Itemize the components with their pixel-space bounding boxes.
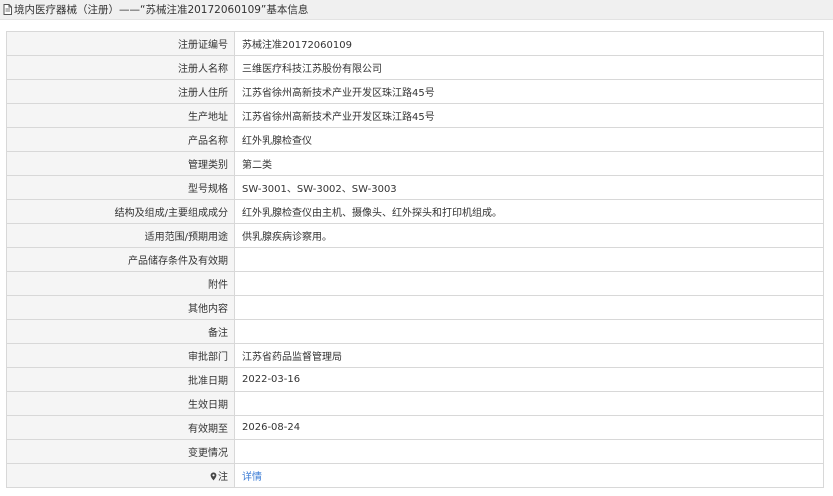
page-title: 境内医疗器械（注册）——“苏械注准20172060109”基本信息: [14, 4, 309, 16]
row-label: 生效日期: [6, 391, 235, 416]
row-label: 审批部门: [6, 343, 235, 368]
row-value: 江苏省徐州高新技术产业开发区珠江路45号: [234, 79, 824, 104]
row-label: 注册人名称: [6, 55, 235, 80]
info-table-container: 注册证编号 苏械注准20172060109 注册人名称 三维医疗科技江苏股份有限公司注…: [6, 31, 824, 488]
row-label: 有效期至: [6, 415, 235, 440]
row-value: 苏械注准20172060109: [234, 31, 824, 56]
table-row: 生产地址 江苏省徐州高新技术产业开发区珠江路45号: [6, 103, 824, 128]
row-value: [234, 439, 824, 464]
row-label: 产品储存条件及有效期: [6, 247, 235, 272]
note-label: 注: [218, 472, 228, 483]
row-value: 第二类: [234, 151, 824, 176]
row-label: 附件: [6, 271, 235, 296]
row-value: 供乳腺疾病诊察用。: [234, 223, 824, 248]
row-value: 红外乳腺检查仪由主机、摄像头、红外探头和打印机组成。: [234, 199, 824, 224]
row-value: 红外乳腺检查仪: [234, 127, 824, 152]
detail-link[interactable]: 详情: [242, 472, 262, 483]
table-row: 附件: [6, 271, 824, 296]
row-value: [234, 391, 824, 416]
note-table-body: 注 详情: [6, 463, 824, 488]
row-label: 批准日期: [6, 367, 235, 392]
table-row: 审批部门 江苏省药品监督管理局: [6, 343, 824, 368]
row-label: 注册证编号: [6, 31, 235, 56]
row-value: [234, 247, 824, 272]
row-value: 2026-08-24: [234, 415, 824, 440]
table-row: 注册证编号 苏械注准20172060109: [6, 31, 824, 56]
table-row: 适用范围/预期用途 供乳腺疾病诊察用。: [6, 223, 824, 248]
row-label: 备注: [6, 319, 235, 344]
document-icon: [3, 4, 12, 15]
row-label: 变更情况: [6, 439, 235, 464]
row-label: 结构及组成/主要组成成分: [6, 199, 235, 224]
table-row: 产品储存条件及有效期: [6, 247, 824, 272]
row-label: 管理类别: [6, 151, 235, 176]
row-label: 型号规格: [6, 175, 235, 200]
page-header: 境内医疗器械（注册）——“苏械注准20172060109”基本信息: [0, 0, 833, 20]
row-value: 江苏省徐州高新技术产业开发区珠江路45号: [234, 103, 824, 128]
info-table-body: 注册证编号 苏械注准20172060109 注册人名称 三维医疗科技江苏股份有限公司注…: [6, 31, 824, 464]
table-row: 有效期至 2026-08-24: [6, 415, 824, 440]
row-value: 三维医疗科技江苏股份有限公司: [234, 55, 824, 80]
row-value: [234, 271, 824, 296]
table-row: 注册人住所 江苏省徐州高新技术产业开发区珠江路45号: [6, 79, 824, 104]
row-label: 产品名称: [6, 127, 235, 152]
row-value: 详情: [234, 463, 824, 488]
table-row: 管理类别 第二类: [6, 151, 824, 176]
row-value: [234, 295, 824, 320]
info-table: 注册证编号 苏械注准20172060109 注册人名称 三维医疗科技江苏股份有限公司注…: [6, 31, 824, 488]
table-row: 备注: [6, 319, 824, 344]
table-row: 批准日期 2022-03-16: [6, 367, 824, 392]
table-row: 结构及组成/主要组成成分 红外乳腺检查仪由主机、摄像头、红外探头和打印机组成。: [6, 199, 824, 224]
table-row: 生效日期: [6, 391, 824, 416]
table-row: 其他内容: [6, 295, 824, 320]
row-label: 注册人住所: [6, 79, 235, 104]
location-pin-icon: [210, 472, 217, 481]
row-value: 2022-03-16: [234, 367, 824, 392]
row-label: 其他内容: [6, 295, 235, 320]
table-row: 产品名称 红外乳腺检查仪: [6, 127, 824, 152]
row-value: 江苏省药品监督管理局: [234, 343, 824, 368]
row-label: 适用范围/预期用途: [6, 223, 235, 248]
table-row: 注册人名称 三维医疗科技江苏股份有限公司: [6, 55, 824, 80]
row-label: 生产地址: [6, 103, 235, 128]
table-row-note: 注 详情: [6, 463, 824, 488]
table-row: 变更情况: [6, 439, 824, 464]
row-value: [234, 319, 824, 344]
row-value: SW-3001、SW-3002、SW-3003: [234, 175, 824, 200]
table-row: 型号规格 SW-3001、SW-3002、SW-3003: [6, 175, 824, 200]
row-label: 注: [6, 463, 235, 488]
